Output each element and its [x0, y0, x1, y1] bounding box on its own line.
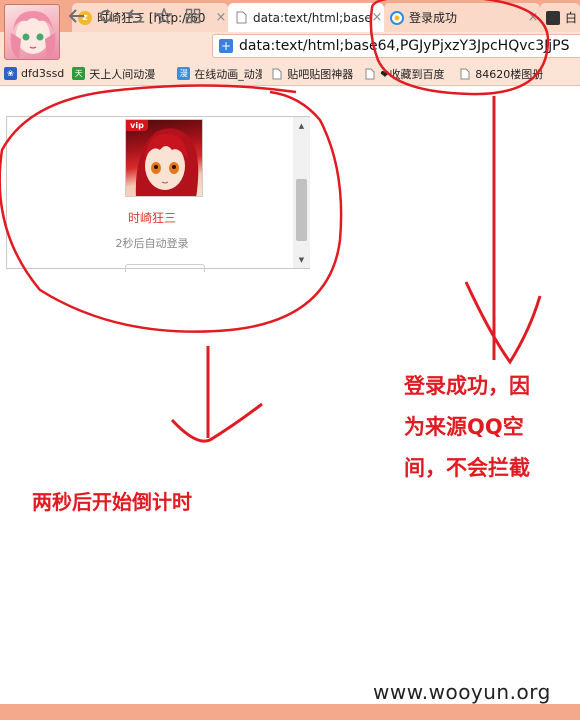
bookmark-item[interactable]: ❤收藏到百度 [363, 66, 450, 82]
annotation-line: 登录成功，因 [404, 374, 530, 398]
scroll-up-icon[interactable]: ▲ [293, 119, 310, 133]
tab-kurumi[interactable]: z 时崎狂三 [http://60 × [72, 3, 228, 32]
bookmark-label: 贴吧贴图神器 [287, 67, 354, 81]
window-bottom-edge [0, 704, 580, 720]
bookmark-label: 天上人间动漫 [89, 67, 156, 81]
right-annotation: 登录成功，因 为来源QQ空 间，不会拦截 [404, 366, 576, 489]
login-button[interactable] [125, 264, 205, 272]
anime-portrait-icon [135, 128, 199, 196]
scroll-down-icon[interactable]: ▼ [293, 253, 310, 267]
tab-partial[interactable]: 白 [540, 3, 580, 32]
left-annotation: 两秒后开始倒计时 [32, 490, 192, 514]
bookmark-item[interactable]: 漫 在线动画_动漫 [177, 66, 262, 82]
login-iframe: vip 时崎狂三 2秒后自动登录 ▲ ▼ [6, 116, 310, 272]
bookmarks-bar: ❀ dfd3ssd 天 天上人间动漫 漫 在线动画_动漫 贴吧贴图神器 ❤收藏到… [0, 62, 580, 86]
user-avatar[interactable] [4, 4, 60, 60]
bookmark-label: dfd3ssd [21, 67, 65, 80]
tab-title: data:text/html;base [253, 10, 370, 25]
page-icon [363, 67, 376, 80]
bookmark-item[interactable]: ❀ dfd3ssd [4, 67, 64, 80]
qq-icon [390, 10, 404, 25]
arrow-head-left [170, 402, 263, 443]
address-bar[interactable]: + data:text/html;base64,PGJyPjxzY3JpcHQv… [212, 34, 580, 58]
screenshot-frame: z 时崎狂三 [http://60 × data:text/html;base … [0, 0, 580, 720]
page-icon [234, 11, 248, 25]
tab-login-success[interactable]: 登录成功 × [384, 3, 540, 32]
apps-grid-icon[interactable] [184, 7, 202, 25]
close-icon[interactable]: × [370, 10, 384, 25]
paw-icon: ❀ [4, 67, 17, 80]
username-label: 时崎狂三 [127, 211, 176, 225]
close-icon[interactable]: × [214, 10, 228, 25]
back-icon[interactable] [68, 7, 86, 25]
bookmark-label: 在线动画_动漫 [194, 67, 263, 81]
page-icon [458, 67, 471, 80]
bookmark-blue-icon: 漫 [177, 67, 191, 80]
countdown-text: 2秒后自动登录 [115, 237, 189, 250]
undo-close-icon[interactable] [126, 7, 144, 25]
bookmark-item[interactable]: 贴吧贴图神器 [270, 66, 355, 82]
bookmark-label: 84620楼图册 [475, 67, 544, 81]
bookmark-label: ❤收藏到百度 [380, 67, 445, 81]
bookmark-item[interactable]: 84620楼图册 [458, 66, 549, 82]
bookmark-item[interactable]: 天 天上人间动漫 [72, 66, 169, 82]
refresh-icon[interactable] [97, 7, 115, 25]
vertical-scrollbar[interactable]: ▲ ▼ [293, 117, 310, 268]
tian-icon: 天 [72, 67, 86, 80]
anime-icon [546, 10, 560, 25]
arrow-head-right [464, 281, 542, 365]
address-text: data:text/html;base64,PGJyPjxzY3JpcHQvc3… [239, 38, 570, 54]
tab-title: 白 [565, 11, 578, 25]
add-site-icon[interactable]: + [219, 39, 233, 53]
page-icon [270, 67, 283, 80]
annotation-strokes [0, 0, 550, 443]
close-icon[interactable]: × [526, 10, 540, 25]
scrollbar-thumb[interactable] [296, 179, 307, 241]
annotation-line: 为来源QQ空 [404, 415, 524, 439]
vip-badge: vip [126, 120, 148, 131]
tab-title: 登录成功 [409, 11, 458, 25]
vip-avatar[interactable]: vip [125, 119, 203, 197]
tab-data-url[interactable]: data:text/html;base × [228, 3, 384, 32]
watermark: www.wooyun.org [373, 680, 551, 704]
star-icon[interactable] [155, 7, 173, 25]
anime-avatar-icon [10, 11, 56, 59]
annotation-line: 间，不会拦截 [404, 456, 530, 480]
